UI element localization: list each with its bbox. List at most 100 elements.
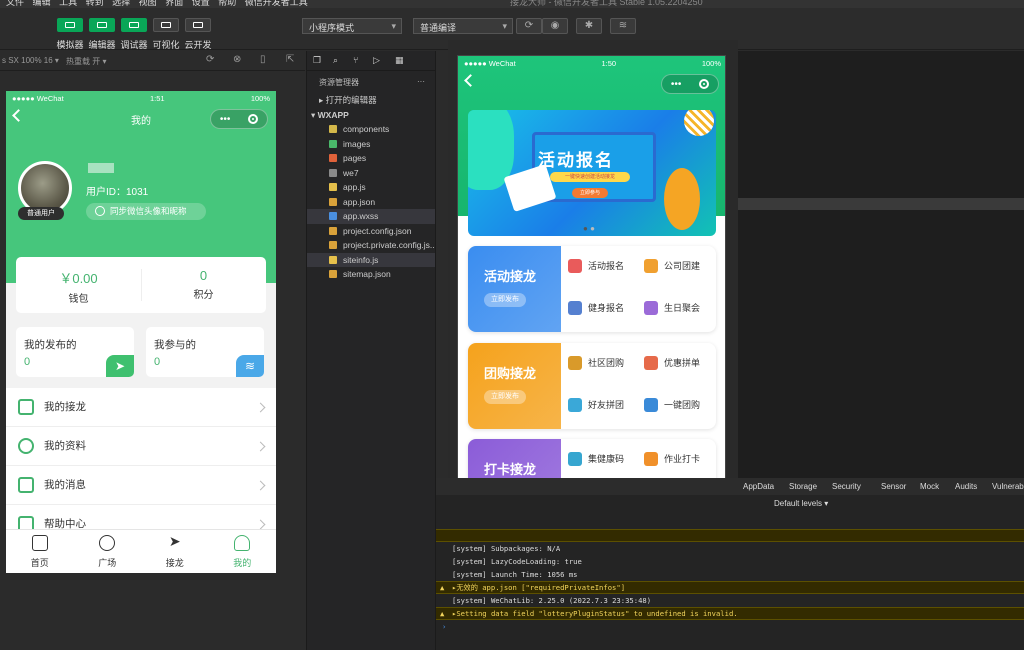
category-item[interactable]: 一键团购 (644, 397, 700, 413)
category-item[interactable]: 活动报名 (568, 258, 624, 274)
menu-devtools[interactable]: 微信开发者工具 (245, 0, 308, 7)
publish-button[interactable]: 立即发布 (484, 390, 526, 404)
file-item[interactable]: sitemap.json (307, 267, 435, 282)
file-item[interactable]: app.js (307, 180, 435, 195)
menu-goto[interactable]: 转到 (86, 0, 104, 7)
device-icon[interactable]: ▯ (260, 54, 266, 65)
log-level-select[interactable]: Default levels ▾ (774, 499, 828, 508)
project-root[interactable]: ▾ WXAPP (307, 108, 435, 123)
bug-icon[interactable]: ✱ (576, 18, 602, 34)
file-item[interactable]: project.private.config.js... (307, 238, 435, 253)
debugger-toggle-button[interactable] (121, 18, 147, 32)
menu-edit[interactable]: 编辑 (33, 0, 51, 7)
points-cell[interactable]: 0 积分 (141, 257, 266, 313)
compile-select[interactable]: 普通编译 (413, 18, 513, 34)
file-item[interactable]: app.json (307, 195, 435, 210)
more-icon[interactable]: ··· (417, 77, 425, 86)
menu-select[interactable]: 选择 (112, 0, 130, 7)
tab-jielong[interactable]: ➤ 接龙 (141, 530, 209, 573)
my-published-card[interactable]: 我的发布的 0 ➤ (16, 327, 134, 377)
extensions-icon[interactable]: ▦ (395, 55, 404, 66)
popout-icon[interactable]: ⇱ (286, 54, 294, 65)
stop-icon[interactable]: ⊗ (233, 54, 241, 65)
tab-audits[interactable]: Audits (955, 482, 977, 491)
tab-sensor[interactable]: Sensor (881, 482, 906, 491)
refresh-icon[interactable]: ⟳ (516, 18, 542, 34)
category-title: 打卡接龙 (484, 462, 537, 477)
device-select[interactable]: s SX 100% 16 ▾ (2, 56, 59, 65)
category-item[interactable]: 优惠拼单 (644, 355, 700, 371)
status-bar: ●●●●● WeChat 1:50 100% (458, 56, 725, 70)
close-circle-icon[interactable] (699, 79, 710, 89)
grid-icon (161, 22, 171, 28)
menu-file[interactable]: 文件 (6, 0, 24, 7)
visual-toggle-button[interactable] (153, 18, 179, 32)
tab-mine[interactable]: 我的 (209, 530, 277, 573)
menu-my-messages[interactable]: 我的消息 (6, 466, 276, 505)
banner-shape (664, 168, 700, 230)
category-item[interactable]: 健身报名 (568, 300, 624, 316)
more-icon[interactable]: ••• (220, 114, 231, 125)
open-editors[interactable]: ▸ 打开的编辑器 (307, 93, 435, 108)
publish-button[interactable]: 立即发布 (484, 293, 526, 307)
file-item[interactable]: siteinfo.js (307, 252, 435, 267)
category-item[interactable]: 作业打卡 (644, 451, 700, 467)
preview-icon[interactable]: ◉ (542, 18, 568, 34)
close-circle-icon[interactable] (248, 114, 259, 124)
category-item[interactable]: 好友拼团 (568, 397, 624, 413)
capsule-menu[interactable]: ••• (661, 74, 719, 94)
carousel-dots[interactable]: ● ● (583, 224, 595, 233)
mail-icon (18, 477, 34, 493)
editor-toggle-button[interactable] (89, 18, 115, 32)
category-icon (644, 259, 658, 273)
mode-select[interactable]: 小程序模式 (302, 18, 402, 34)
more-icon[interactable]: ••• (671, 79, 682, 90)
category-card[interactable]: 团购接龙 立即发布 (468, 343, 561, 429)
file-item[interactable]: app.wxss (307, 209, 435, 224)
tab-square[interactable]: 广场 (74, 530, 142, 573)
menu-my-profile[interactable]: 我的资料 (6, 427, 276, 466)
file-item[interactable]: we7 (307, 166, 435, 181)
cloud-button[interactable] (185, 18, 211, 32)
tab-storage[interactable]: Storage (789, 482, 817, 491)
tab-appdata[interactable]: AppData (743, 482, 774, 491)
debug-icon[interactable]: ▷ (373, 55, 380, 66)
layers-icon[interactable]: ≋ (610, 18, 636, 34)
banner-join-button[interactable]: 立即参与 (572, 188, 608, 198)
category-item[interactable]: 社区团购 (568, 355, 624, 371)
back-icon[interactable] (464, 74, 477, 87)
file-item[interactable]: components (307, 122, 435, 137)
console-line: [system] Subpackages: N/A (452, 544, 561, 553)
tab-security[interactable]: Security (832, 482, 861, 491)
files-icon[interactable]: ❐ (313, 55, 321, 66)
sync-profile-button[interactable]: 同步微信头像和昵称 (86, 203, 206, 220)
menu-my-jielong[interactable]: 我的接龙 (6, 388, 276, 427)
console-panel: Default levels ▾ [system] Subpackages: N… (436, 495, 1024, 650)
file-item[interactable]: pages (307, 151, 435, 166)
menu-help[interactable]: 帮助 (218, 0, 236, 7)
activity-banner[interactable]: 活动报名 一键快速创建活动接龙 立即参与 (468, 110, 716, 236)
category-item[interactable]: 集健康码 (568, 451, 624, 467)
file-item[interactable]: project.config.json (307, 224, 435, 239)
menu-view[interactable]: 视图 (139, 0, 157, 7)
category-item[interactable]: 生日聚会 (644, 300, 700, 316)
my-joined-card[interactable]: 我参与的 0 ≋ (146, 327, 264, 377)
profile-header: ●●●●● WeChat 1:51 100% 我的 ••• 普通用户 用户ID：… (6, 91, 276, 283)
capsule-menu[interactable]: ••• (210, 109, 268, 129)
git-icon[interactable]: ⑂ (353, 55, 358, 65)
category-card[interactable]: 活动接龙 立即发布 (468, 246, 561, 332)
menu-ui[interactable]: 界面 (165, 0, 183, 7)
search-icon[interactable]: ⌕ (333, 55, 338, 66)
tab-vulnerability[interactable]: Vulnerab (992, 482, 1024, 491)
menu-settings[interactable]: 设置 (192, 0, 210, 7)
menu-tools[interactable]: 工具 (59, 0, 77, 7)
hotreload-toggle[interactable]: 热重载 开 ▾ (66, 56, 106, 67)
file-item[interactable]: images (307, 137, 435, 152)
wallet-cell[interactable]: ￥0.00 钱包 (16, 257, 141, 313)
simulator-toggle-button[interactable] (57, 18, 83, 32)
tab-mock[interactable]: Mock (920, 482, 939, 491)
console-prompt[interactable]: › (442, 621, 446, 633)
tab-home[interactable]: 首页 (6, 530, 74, 573)
rotate-icon[interactable]: ⟳ (206, 54, 214, 65)
category-item[interactable]: 公司团建 (644, 258, 700, 274)
